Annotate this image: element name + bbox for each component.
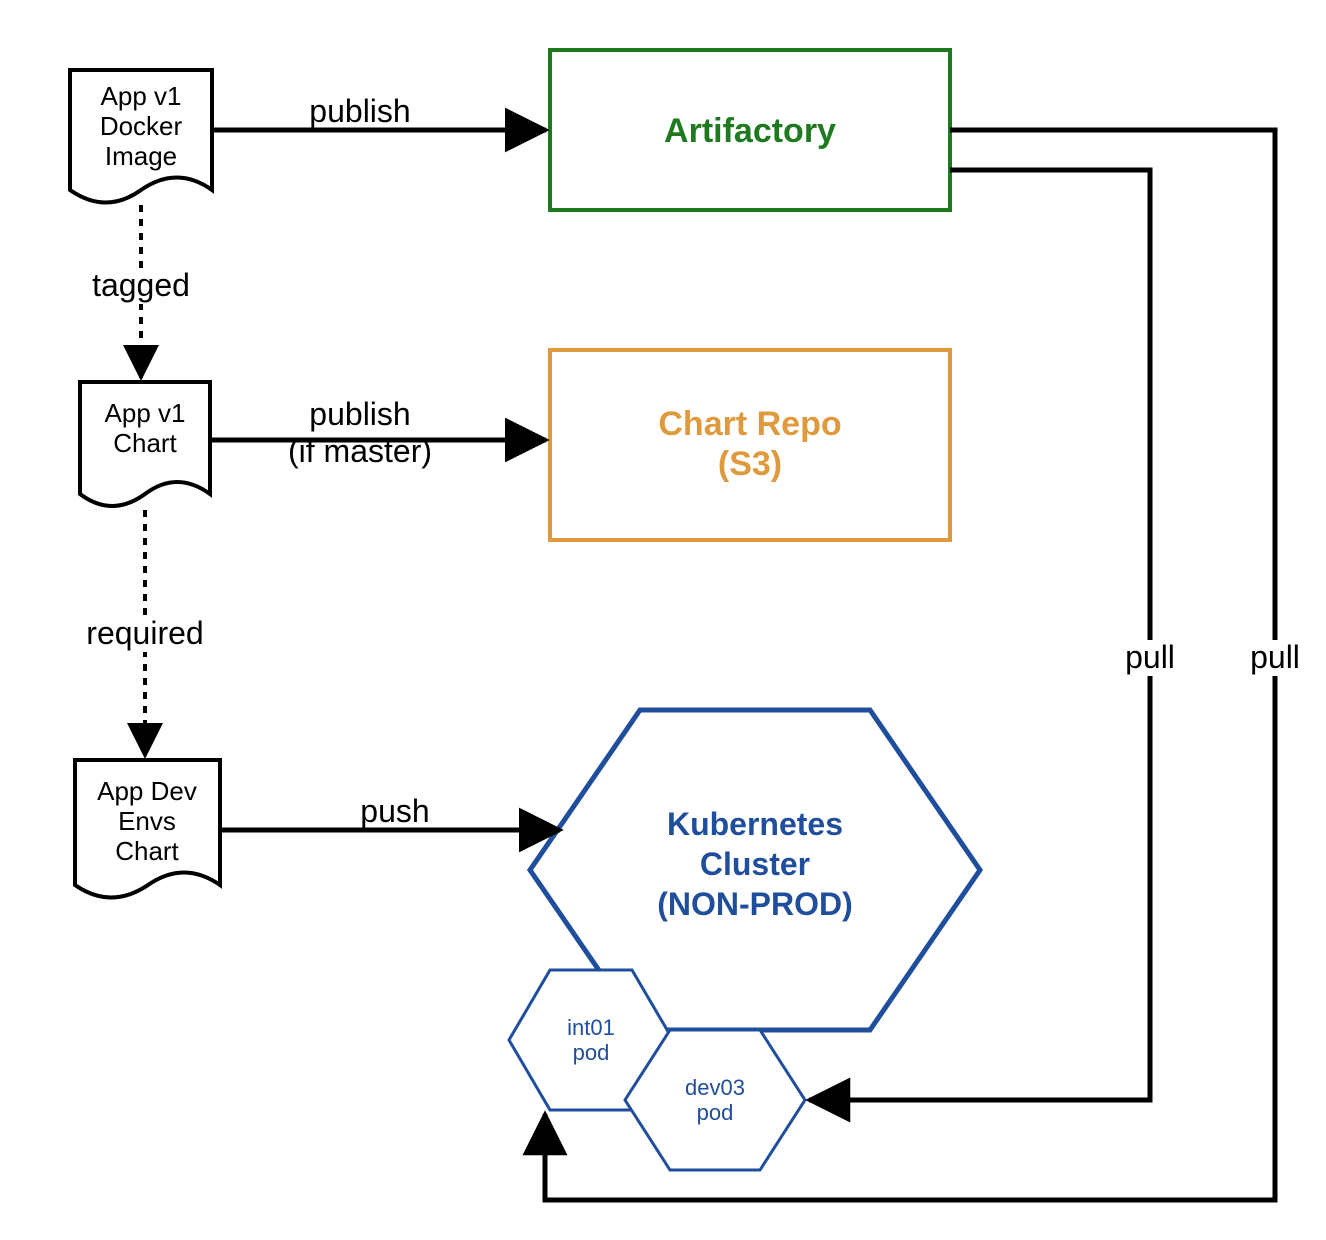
dev03-line2: pod: [697, 1100, 734, 1125]
docker-image-line3: Image: [105, 141, 177, 171]
node-docker-image: App v1 Docker Image: [70, 70, 212, 203]
edge-publish-chartrepo-l1: publish: [309, 396, 410, 432]
edge-push-label: push: [360, 793, 429, 829]
dev03-line1: dev03: [685, 1075, 745, 1100]
app-chart-line1: App v1: [105, 398, 186, 428]
edge-required-label: required: [86, 615, 203, 651]
chart-repo-line1: Chart Repo: [658, 405, 841, 443]
node-dev-envs-chart: App Dev Envs Chart: [75, 760, 220, 898]
node-app-chart: App v1 Chart: [80, 382, 210, 506]
dev-envs-line3: Chart: [115, 836, 179, 866]
chart-repo-line2: (S3): [718, 445, 782, 483]
k8s-line1: Kubernetes: [667, 806, 843, 842]
node-chart-repo: Chart Repo (S3): [550, 350, 950, 540]
int01-line1: int01: [567, 1015, 615, 1040]
k8s-line3: (NON-PROD): [657, 886, 853, 922]
int01-line2: pod: [573, 1040, 610, 1065]
node-artifactory: Artifactory: [550, 50, 950, 210]
dev-envs-line2: Envs: [118, 806, 176, 836]
docker-image-line2: Docker: [100, 111, 183, 141]
artifactory-title: Artifactory: [664, 112, 836, 150]
edge-tagged-label: tagged: [92, 267, 190, 303]
k8s-line2: Cluster: [700, 846, 810, 882]
edge-pull-outer-label: pull: [1250, 639, 1300, 675]
edge-publish-artifactory-label: publish: [309, 93, 410, 129]
edge-publish-chartrepo-l2: (if master): [288, 433, 432, 469]
edge-pull-inner-label: pull: [1125, 639, 1175, 675]
app-chart-line2: Chart: [113, 428, 177, 458]
docker-image-line1: App v1: [101, 81, 182, 111]
deployment-diagram: App v1 Docker Image App v1 Chart App Dev…: [0, 0, 1326, 1240]
dev-envs-line1: App Dev: [97, 776, 197, 806]
